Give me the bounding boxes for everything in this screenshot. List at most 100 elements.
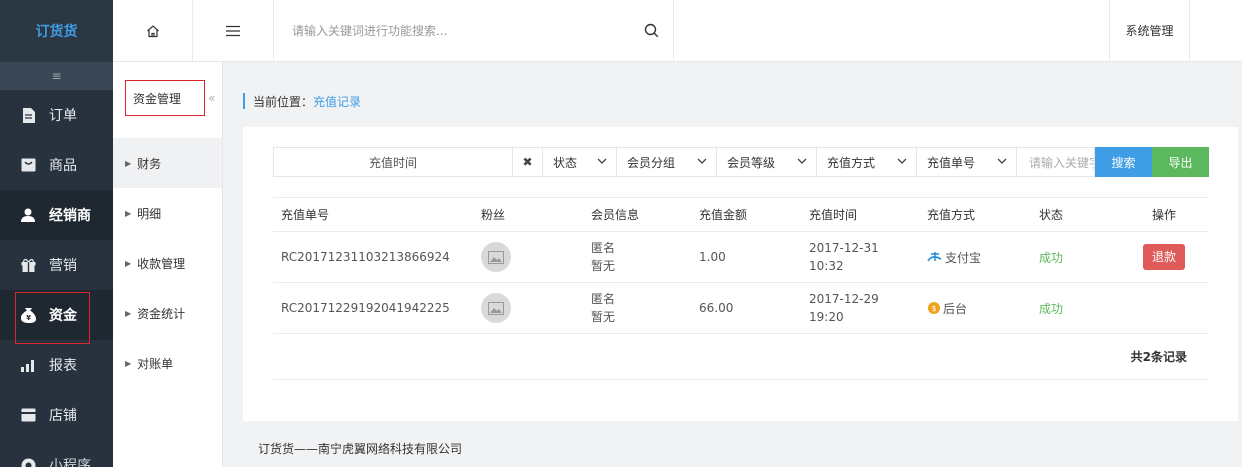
chart-icon [20, 357, 36, 373]
store-icon [20, 407, 36, 423]
recharge-date-range-picker[interactable]: 充值时间 [273, 147, 513, 177]
cell-fans [473, 282, 583, 334]
recharge-records-panel: 充值时间 ✖ 状态 会员分组 会员等级 充值方式 充值单号 请输入关键字 搜索 [243, 127, 1238, 421]
member-group-select[interactable]: 会员分组 [617, 147, 717, 177]
col-header-member-info[interactable]: 会员信息 [583, 197, 691, 232]
sidebar-collapse-toggle[interactable]: ≡ [0, 62, 113, 90]
keyword-input-placeholder: 请输入关键字 [1029, 155, 1095, 170]
col-header-time[interactable]: 充值时间 [801, 197, 919, 232]
cell-method: $ 后台 [919, 282, 1031, 334]
subnav-item-payment-management[interactable]: ▶ 收款管理 [113, 238, 222, 288]
member-name: 匿名 [591, 292, 616, 306]
export-button[interactable]: 导出 [1152, 147, 1209, 177]
subnav-item-details[interactable]: ▶ 明细 [113, 188, 222, 238]
search-button[interactable] [630, 0, 674, 61]
subnav-item-statement[interactable]: ▶ 对账单 [113, 338, 222, 388]
cell-time: 2017-12-29 19:20 [801, 282, 919, 334]
caret-right-icon: ▶ [125, 308, 132, 318]
user-icon [20, 207, 36, 223]
coin-icon: $ [927, 301, 941, 315]
nav-item-miniapp[interactable]: 小程序 [0, 440, 113, 467]
caret-right-icon: ▶ [125, 258, 132, 268]
clear-date-button[interactable]: ✖ [513, 147, 543, 177]
system-management-label: 系统管理 [1125, 24, 1174, 38]
cell-member-info: 匿名 暂无 [583, 282, 691, 334]
subnav-item-label: 对账单 [137, 356, 174, 371]
breadcrumb-current-link[interactable]: 充值记录 [313, 93, 361, 110]
col-header-status[interactable]: 状态 [1031, 197, 1119, 232]
recharge-method-select-value: 充值方式 [827, 155, 876, 170]
feature-search-input[interactable] [274, 0, 674, 61]
cell-actions [1119, 282, 1209, 334]
table-header-row: 充值单号 粉丝 会员信息 充值金额 充值时间 充值方式 状态 操作 [273, 197, 1209, 232]
nav-item-label: 商品 [49, 158, 77, 174]
cell-fans [473, 231, 583, 283]
table-row: RC20171231103213866924 匿名 暂无 1.00 2017-1… [273, 231, 1209, 283]
nav-item-orders[interactable]: 订单 [0, 90, 113, 140]
svg-text:$: $ [931, 304, 936, 313]
col-header-method[interactable]: 充值方式 [919, 197, 1031, 232]
avatar [481, 293, 511, 323]
system-management-button[interactable]: 系统管理 [1109, 0, 1190, 61]
avatar [481, 242, 511, 272]
nav-item-label: 报表 [49, 358, 77, 374]
col-header-fans[interactable]: 粉丝 [473, 197, 583, 232]
col-header-amount[interactable]: 充值金额 [691, 197, 801, 232]
refund-button[interactable]: 退款 [1143, 244, 1185, 270]
menu-toggle-button[interactable] [193, 0, 274, 61]
recharge-method-select[interactable]: 充值方式 [817, 147, 917, 177]
col-header-actions[interactable]: 操作 [1119, 197, 1209, 232]
subnav-item-label: 财务 [137, 156, 162, 171]
nav-item-reports[interactable]: 报表 [0, 340, 113, 390]
recharge-records-table: 充值单号 粉丝 会员信息 充值金额 充值时间 充值方式 状态 操作 RC2017… [273, 197, 1209, 380]
chevron-down-icon [597, 158, 607, 164]
nav-item-label: 小程序 [49, 458, 91, 467]
nav-item-label: 经销商 [49, 208, 91, 224]
recharge-time: 10:32 [809, 259, 844, 273]
subnav-header: 资金管理 « [113, 62, 222, 138]
member-name: 匿名 [591, 241, 616, 255]
recharge-no-select-value: 充值单号 [927, 155, 976, 170]
status-select-value: 状态 [553, 155, 578, 170]
secondary-sidebar: 资金管理 « ▶ 财务 ▶ 明细 ▶ 收款管理 ▶ 资金统计 ▶ 对账单 [113, 62, 223, 467]
main-sidebar: 订货货 ≡ 订单 商品 经销商 营销 ¥ 资金 报表 店铺 小程序 [0, 0, 113, 467]
breadcrumb: 当前位置： 充值记录 [243, 93, 361, 109]
nav-item-label: 营销 [49, 258, 77, 274]
close-icon: ✖ [522, 155, 533, 169]
recharge-date: 2017-12-29 [809, 292, 879, 306]
image-placeholder-icon [488, 250, 504, 264]
home-button[interactable] [113, 0, 193, 61]
status-select[interactable]: 状态 [543, 147, 617, 177]
cell-status: 成功 [1031, 231, 1119, 283]
chevron-down-icon [897, 158, 907, 164]
nav-item-marketing[interactable]: 营销 [0, 240, 113, 290]
cell-actions: 退款 [1119, 231, 1209, 283]
gift-icon [20, 257, 36, 273]
member-level-select[interactable]: 会员等级 [717, 147, 817, 177]
search-button[interactable]: 搜索 [1095, 147, 1152, 177]
subnav-title: 资金管理 [125, 80, 205, 116]
image-placeholder-icon [488, 301, 504, 315]
recharge-no-select[interactable]: 充值单号 [917, 147, 1017, 177]
recharge-time: 19:20 [809, 310, 844, 324]
nav-item-distributors[interactable]: 经销商 [0, 190, 113, 240]
chevron-down-icon [697, 158, 707, 164]
keyword-input[interactable]: 请输入关键字 [1017, 147, 1095, 177]
nav-item-store[interactable]: 店铺 [0, 390, 113, 440]
member-extra: 暂无 [591, 310, 616, 324]
subnav-item-finance[interactable]: ▶ 财务 [113, 138, 222, 188]
brand-logo[interactable]: 订货货 [0, 0, 113, 62]
chevron-down-icon [797, 158, 807, 164]
double-chevron-left-icon[interactable]: « [208, 91, 215, 105]
member-group-select-value: 会员分组 [627, 155, 676, 170]
collapse-icon: ≡ [51, 69, 62, 83]
home-icon [146, 24, 159, 37]
table-footer-row: 共2条记录 [273, 333, 1209, 380]
subnav-item-fund-statistics[interactable]: ▶ 资金统计 [113, 288, 222, 338]
total-records: 共2条记录 [273, 333, 1209, 380]
top-header: 系统管理 [113, 0, 1242, 62]
nav-item-products[interactable]: 商品 [0, 140, 113, 190]
highlight-frame [15, 292, 90, 344]
col-header-recharge-no[interactable]: 充值单号 [273, 197, 473, 232]
subnav-item-label: 资金统计 [137, 306, 186, 321]
